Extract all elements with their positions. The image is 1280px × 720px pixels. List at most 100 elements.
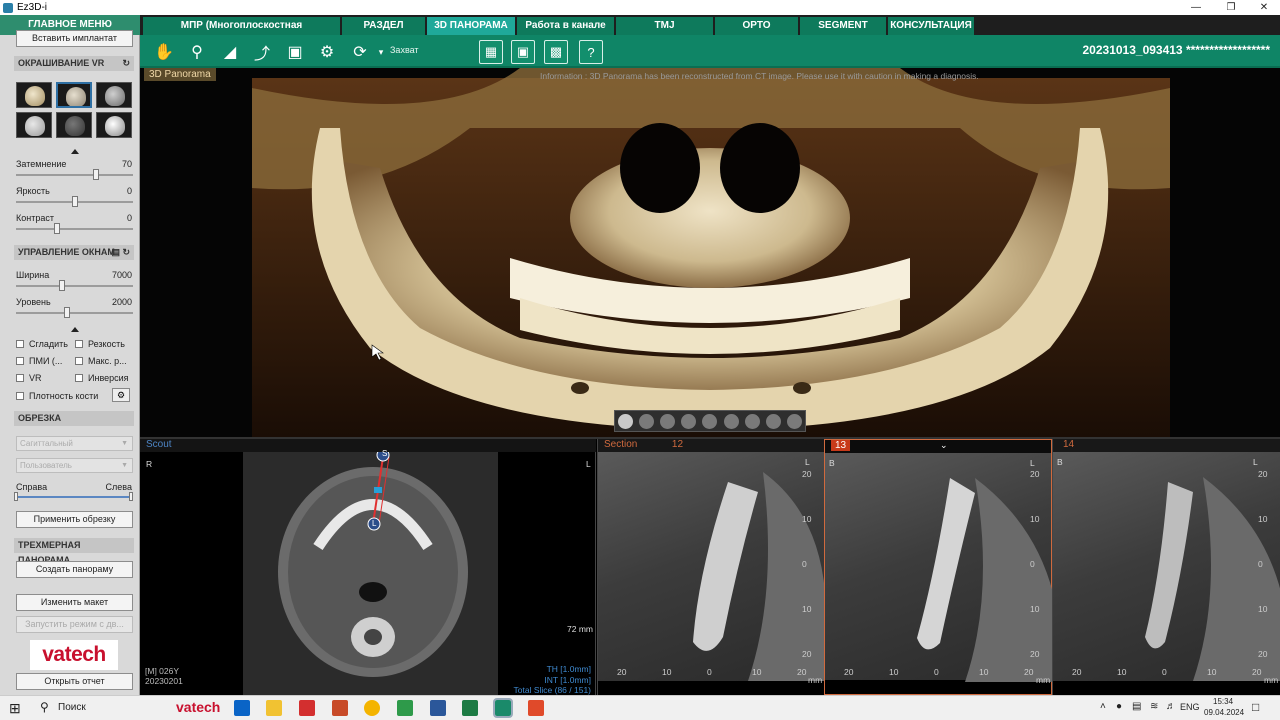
slider-thumb[interactable] (93, 169, 99, 180)
tab-3d-panorama[interactable]: 3D ПАНОРАМА (427, 17, 515, 35)
view-left-icon[interactable] (660, 413, 676, 429)
open-report-button[interactable]: Открыть отчет (16, 673, 133, 690)
view-top-icon[interactable] (702, 413, 718, 429)
vr-preset-thumb[interactable] (96, 82, 132, 108)
ez3d-app-icon[interactable] (493, 698, 513, 718)
camera-icon[interactable]: ▣ (283, 40, 307, 64)
view-back-icon[interactable] (639, 413, 655, 429)
file-explorer-icon[interactable] (266, 700, 282, 716)
view-reset-icon[interactable] (786, 413, 802, 429)
minimize-button[interactable]: — (1182, 0, 1210, 15)
tab-mpr[interactable]: МПР (Многоплоскостная реконструкция) (143, 17, 340, 49)
vr-checkbox[interactable]: VR (16, 373, 42, 383)
tray-chevron-icon[interactable]: ˄ (1100, 701, 1106, 712)
crop-user-select[interactable]: Пользователь ▼ (16, 458, 133, 473)
bone-density-checkbox[interactable]: Плотность кости (16, 391, 98, 401)
settings-gear-icon[interactable]: ⚙ (315, 40, 339, 64)
tab-tmj[interactable]: TMJ (616, 17, 713, 35)
max-checkbox[interactable]: Макс. р... (75, 356, 127, 366)
3d-panorama-view[interactable]: 3D Panorama Information : 3D Panorama ha… (140, 68, 1280, 437)
mic-icon[interactable]: ● (1116, 701, 1122, 712)
screenshot-icon[interactable]: ▣ (511, 40, 535, 64)
angle-measure-icon[interactable]: ◢ (218, 40, 242, 64)
outlook-icon[interactable] (234, 700, 250, 716)
capture-all-icon[interactable]: ▩ (544, 40, 568, 64)
vr-slider-track[interactable] (16, 196, 133, 207)
insert-implant-button[interactable]: Вставить имплантат (16, 30, 133, 47)
zoom-magnifier-icon[interactable]: ⚲ (185, 40, 209, 64)
slider-thumb[interactable] (72, 196, 78, 207)
collapse-arrow-icon[interactable] (71, 149, 79, 154)
reset-icon[interactable]: ↻ (122, 56, 130, 71)
vr-slider-track[interactable] (16, 223, 133, 234)
apply-crop-button[interactable]: Применить обрезку (16, 511, 133, 528)
chevron-down-icon[interactable]: ⌄ (940, 440, 948, 451)
vr-preset-thumb[interactable] (16, 82, 52, 108)
view-bottom-icon[interactable] (723, 413, 739, 429)
slider-thumb[interactable] (64, 307, 70, 318)
view-right-icon[interactable] (681, 413, 697, 429)
vr-preset-thumb[interactable] (56, 82, 92, 108)
excel-icon[interactable] (462, 700, 478, 716)
collapse-arrow-icon[interactable] (71, 327, 79, 332)
tab-root-canal[interactable]: Работа в канале зуба (517, 17, 614, 49)
smooth-checkbox[interactable]: Сгладить (16, 339, 68, 349)
powerpoint-icon[interactable] (332, 700, 348, 716)
clock-date[interactable]: 09.04.2024 (1204, 708, 1244, 717)
create-panorama-button[interactable]: Создать панораму (16, 561, 133, 578)
tab-ortho[interactable]: ОРТО (715, 17, 798, 35)
volume-icon[interactable]: ♬ (1166, 701, 1176, 712)
vr-preset-thumb[interactable] (96, 112, 132, 138)
sharpen-checkbox[interactable]: Резкость (75, 339, 125, 349)
change-layout-button[interactable]: Изменить макет (16, 594, 133, 611)
notification-icon[interactable]: □ (1252, 700, 1259, 714)
section-panel-14[interactable]: 14 B L (1052, 439, 1280, 695)
clock-time[interactable]: 15:34 (1213, 697, 1233, 706)
ruler-icon[interactable]: ⤴ (250, 40, 274, 64)
export-icon[interactable]: ⟳ (348, 40, 372, 64)
crop-plane-select[interactable]: Сагиттальный ▼ (16, 436, 133, 451)
slider-thumb[interactable] (54, 223, 60, 234)
acrobat-icon[interactable] (299, 700, 315, 716)
restore-button[interactable]: ❐ (1217, 0, 1245, 15)
window-slider-track[interactable] (16, 307, 133, 318)
chrome-icon[interactable] (364, 700, 380, 716)
tab-consultation[interactable]: КОНСУЛЬТАЦИЯ (888, 17, 974, 35)
vr-preset-thumb[interactable] (16, 112, 52, 138)
capture-label[interactable]: Захват (390, 45, 419, 55)
tab-section[interactable]: РАЗДЕЛ (342, 17, 425, 35)
mip-checkbox[interactable]: ПМИ (... (16, 356, 62, 366)
taskbar-search-input[interactable]: Поиск (58, 702, 86, 713)
axial-image[interactable] (243, 448, 498, 695)
view-iso-icon[interactable] (744, 413, 760, 429)
help-button[interactable]: ? (579, 40, 603, 64)
section-panel-13[interactable]: 13 ⌄ B L (824, 439, 1053, 695)
vr-preset-thumb[interactable] (56, 112, 92, 138)
word-icon[interactable] (430, 700, 446, 716)
scout-view[interactable]: Scout R L S L [M] 026Y 20230201 72 mm TH… (140, 439, 596, 695)
window-slider-track[interactable] (16, 280, 133, 291)
vr-slider-track[interactable] (16, 169, 133, 180)
search-icon[interactable]: ⚲ (40, 700, 49, 714)
view-rotate-icon[interactable] (765, 413, 781, 429)
network-icon[interactable]: ▤ (1132, 701, 1141, 712)
pan-hand-icon[interactable]: ✋ (152, 40, 176, 64)
app-icon[interactable] (397, 700, 413, 716)
slider-thumb[interactable] (59, 280, 65, 291)
app-icon[interactable] (528, 700, 544, 716)
invert-checkbox[interactable]: Инверсия (75, 373, 129, 383)
capture-window-icon[interactable]: ▦ (479, 40, 503, 64)
crop-range-slider[interactable] (14, 492, 133, 501)
language-indicator[interactable]: ENG (1180, 702, 1200, 712)
bone-density-settings-icon[interactable]: ⚙ (112, 388, 130, 402)
tab-segment[interactable]: SEGMENT (800, 17, 886, 35)
section-panel-12[interactable]: Section 12 L (597, 439, 825, 695)
windows-start-icon[interactable]: ⊞ (9, 700, 21, 717)
capture-dropdown-icon[interactable]: ▾ (376, 40, 386, 64)
taskbar-brand[interactable]: vatech (176, 699, 220, 715)
view-front-icon[interactable] (618, 413, 634, 429)
histogram-reset-icon[interactable]: ▤ ↻ (111, 245, 130, 260)
wifi-icon[interactable]: ≋ (1150, 701, 1158, 712)
run-mode-button[interactable]: Запустить режим с дв... (16, 616, 133, 633)
close-button[interactable]: ✕ (1250, 0, 1278, 15)
